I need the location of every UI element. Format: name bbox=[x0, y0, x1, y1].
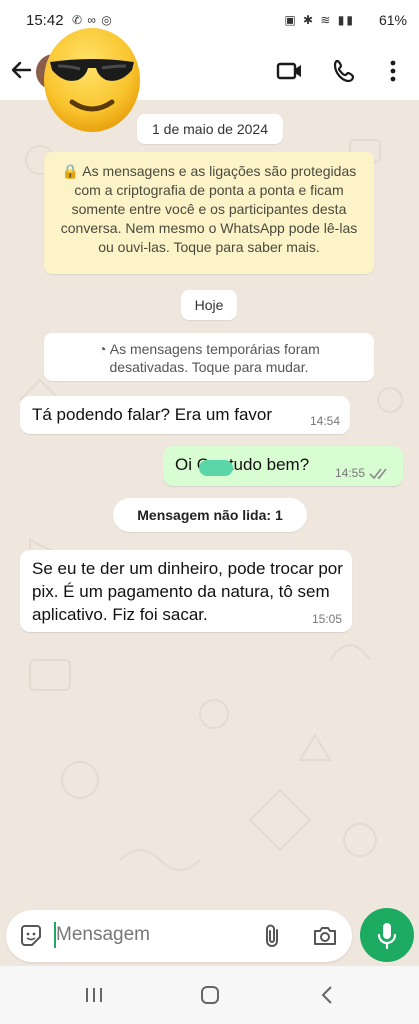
today-chip: Hoje bbox=[181, 290, 237, 320]
video-call-icon[interactable] bbox=[275, 56, 305, 86]
message-time: 14:55 bbox=[334, 466, 365, 480]
home-icon[interactable] bbox=[198, 984, 222, 1006]
message-time: 15:05 bbox=[311, 612, 342, 626]
signal-icons: ▣ ✱ ≋ ▮▮ bbox=[284, 13, 355, 27]
mic-icon bbox=[377, 923, 397, 950]
message-time: 14:54 bbox=[309, 414, 340, 428]
message-text: Oi Q tudo bem? bbox=[175, 455, 310, 474]
message-input[interactable]: Mensagem bbox=[56, 924, 150, 946]
message-text: Se eu te der um dinheiro, pode trocar po… bbox=[32, 559, 343, 624]
double-check-icon bbox=[369, 467, 391, 480]
encryption-notice[interactable]: 🔒 As mensagens e as ligações são protegi… bbox=[44, 152, 374, 274]
date-chip-label: 1 de maio de 2024 bbox=[152, 121, 268, 137]
more-vert-icon[interactable] bbox=[378, 56, 408, 86]
redaction-mark bbox=[199, 460, 233, 476]
battery-level: 61% bbox=[378, 12, 407, 28]
mic-button[interactable] bbox=[360, 908, 414, 962]
disappearing-messages-notice[interactable]: ◔ As mensagens temporárias foram desativ… bbox=[44, 333, 374, 381]
phone-icon[interactable] bbox=[330, 56, 360, 86]
recent-apps-icon[interactable] bbox=[82, 984, 106, 1006]
message-bubble-outgoing[interactable]: Oi Q tudo bem? 14:55 bbox=[163, 446, 403, 486]
system-nav-bar bbox=[0, 966, 419, 1024]
message-composer: Mensagem bbox=[6, 910, 352, 962]
today-chip-label: Hoje bbox=[194, 297, 224, 313]
timer-icon: ◔ bbox=[98, 341, 110, 357]
sticker-icon[interactable] bbox=[18, 923, 44, 949]
message-bubble-incoming[interactable]: Se eu te der um dinheiro, pode trocar po… bbox=[20, 550, 352, 632]
attach-icon[interactable] bbox=[259, 922, 287, 950]
chat-area[interactable]: 1 de maio de 2024 🔒 As mensagens e as li… bbox=[0, 100, 419, 910]
unread-messages-label: Mensagem não lida: 1 bbox=[113, 498, 307, 532]
sunglasses-emoji-overlay bbox=[44, 28, 140, 132]
back-arrow-icon[interactable] bbox=[8, 57, 34, 83]
message-bubble-incoming[interactable]: Tá podendo falar? Era um favor 14:54 bbox=[20, 396, 350, 434]
camera-icon[interactable] bbox=[311, 922, 339, 950]
system-notice-text: As mensagens temporárias foram desativad… bbox=[109, 341, 320, 375]
message-text: Tá podendo falar? Era um favor bbox=[32, 405, 273, 424]
date-chip: 1 de maio de 2024 bbox=[137, 114, 283, 144]
back-nav-icon[interactable] bbox=[316, 984, 340, 1006]
encryption-notice-text: 🔒 As mensagens e as ligações são protegi… bbox=[60, 163, 358, 255]
